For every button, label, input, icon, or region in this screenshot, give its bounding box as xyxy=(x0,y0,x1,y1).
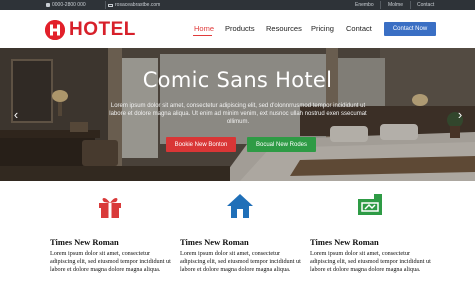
nav-pricing[interactable]: Pricing xyxy=(311,24,334,33)
divider xyxy=(410,1,411,9)
site-header: HOTEL Home Products Resources Pricing Co… xyxy=(0,10,475,48)
gift-icon xyxy=(96,193,124,219)
chevron-right-icon[interactable]: › xyxy=(455,108,465,122)
nav-resources[interactable]: Resources xyxy=(266,24,302,33)
phone-number: 0000-2800 000 xyxy=(52,2,86,8)
divider xyxy=(105,1,106,9)
logo-text: HOTEL xyxy=(69,19,136,40)
ticket-icon xyxy=(356,193,384,219)
nav-active-underline xyxy=(193,35,212,36)
phone-info: 0000-2800 000 xyxy=(46,2,86,8)
hotel-logo-icon xyxy=(45,20,65,40)
hero-description: Lorem ipsum dolor sit amet, consectetur … xyxy=(109,103,367,125)
hero-title: Comic Sans Hotel xyxy=(142,68,333,92)
nav-products[interactable]: Products xyxy=(225,24,255,33)
email-info: rosaceabrastbe.com xyxy=(108,2,160,8)
feature-text: Lorem ipsum dolor sit amet, consectetur … xyxy=(310,250,431,273)
mail-icon xyxy=(108,3,113,7)
phone-icon xyxy=(46,3,50,7)
nav-home[interactable]: Home xyxy=(194,24,214,33)
feature-title: Times New Roman xyxy=(310,237,379,247)
book-now-button[interactable]: Bookie New Bonton xyxy=(166,137,236,152)
feature-text: Lorem ipsum dolor sit amet, consectetur … xyxy=(180,250,301,273)
logo-mark xyxy=(45,20,65,40)
features-section: Times New Roman Lorem ipsum dolor sit am… xyxy=(0,181,475,282)
email-address: rosaceabrastbe.com xyxy=(115,2,161,8)
feature-title: Times New Roman xyxy=(180,237,249,247)
divider xyxy=(380,1,381,9)
topbar-link-contact[interactable]: Contact xyxy=(417,2,434,8)
home-icon xyxy=(226,193,254,219)
top-bar: 0000-2800 000 rosaceabrastbe.com Enembo … xyxy=(0,0,475,10)
chevron-left-icon[interactable]: ‹ xyxy=(11,108,21,122)
feature-title: Times New Roman xyxy=(50,237,119,247)
contact-now-button[interactable]: Contact Now xyxy=(384,22,436,36)
nav-contact[interactable]: Contact xyxy=(346,24,372,33)
topbar-link-1[interactable]: Enembo xyxy=(355,2,374,8)
topbar-link-2[interactable]: Molme xyxy=(388,2,403,8)
hero-banner: Comic Sans Hotel Lorem ipsum dolor sit a… xyxy=(0,48,475,181)
secondary-cta-button[interactable]: Bocual New Rodes xyxy=(247,137,316,152)
logo[interactable]: HOTEL xyxy=(45,19,136,41)
feature-text: Lorem ipsum dolor sit amet, consectetur … xyxy=(50,250,171,273)
